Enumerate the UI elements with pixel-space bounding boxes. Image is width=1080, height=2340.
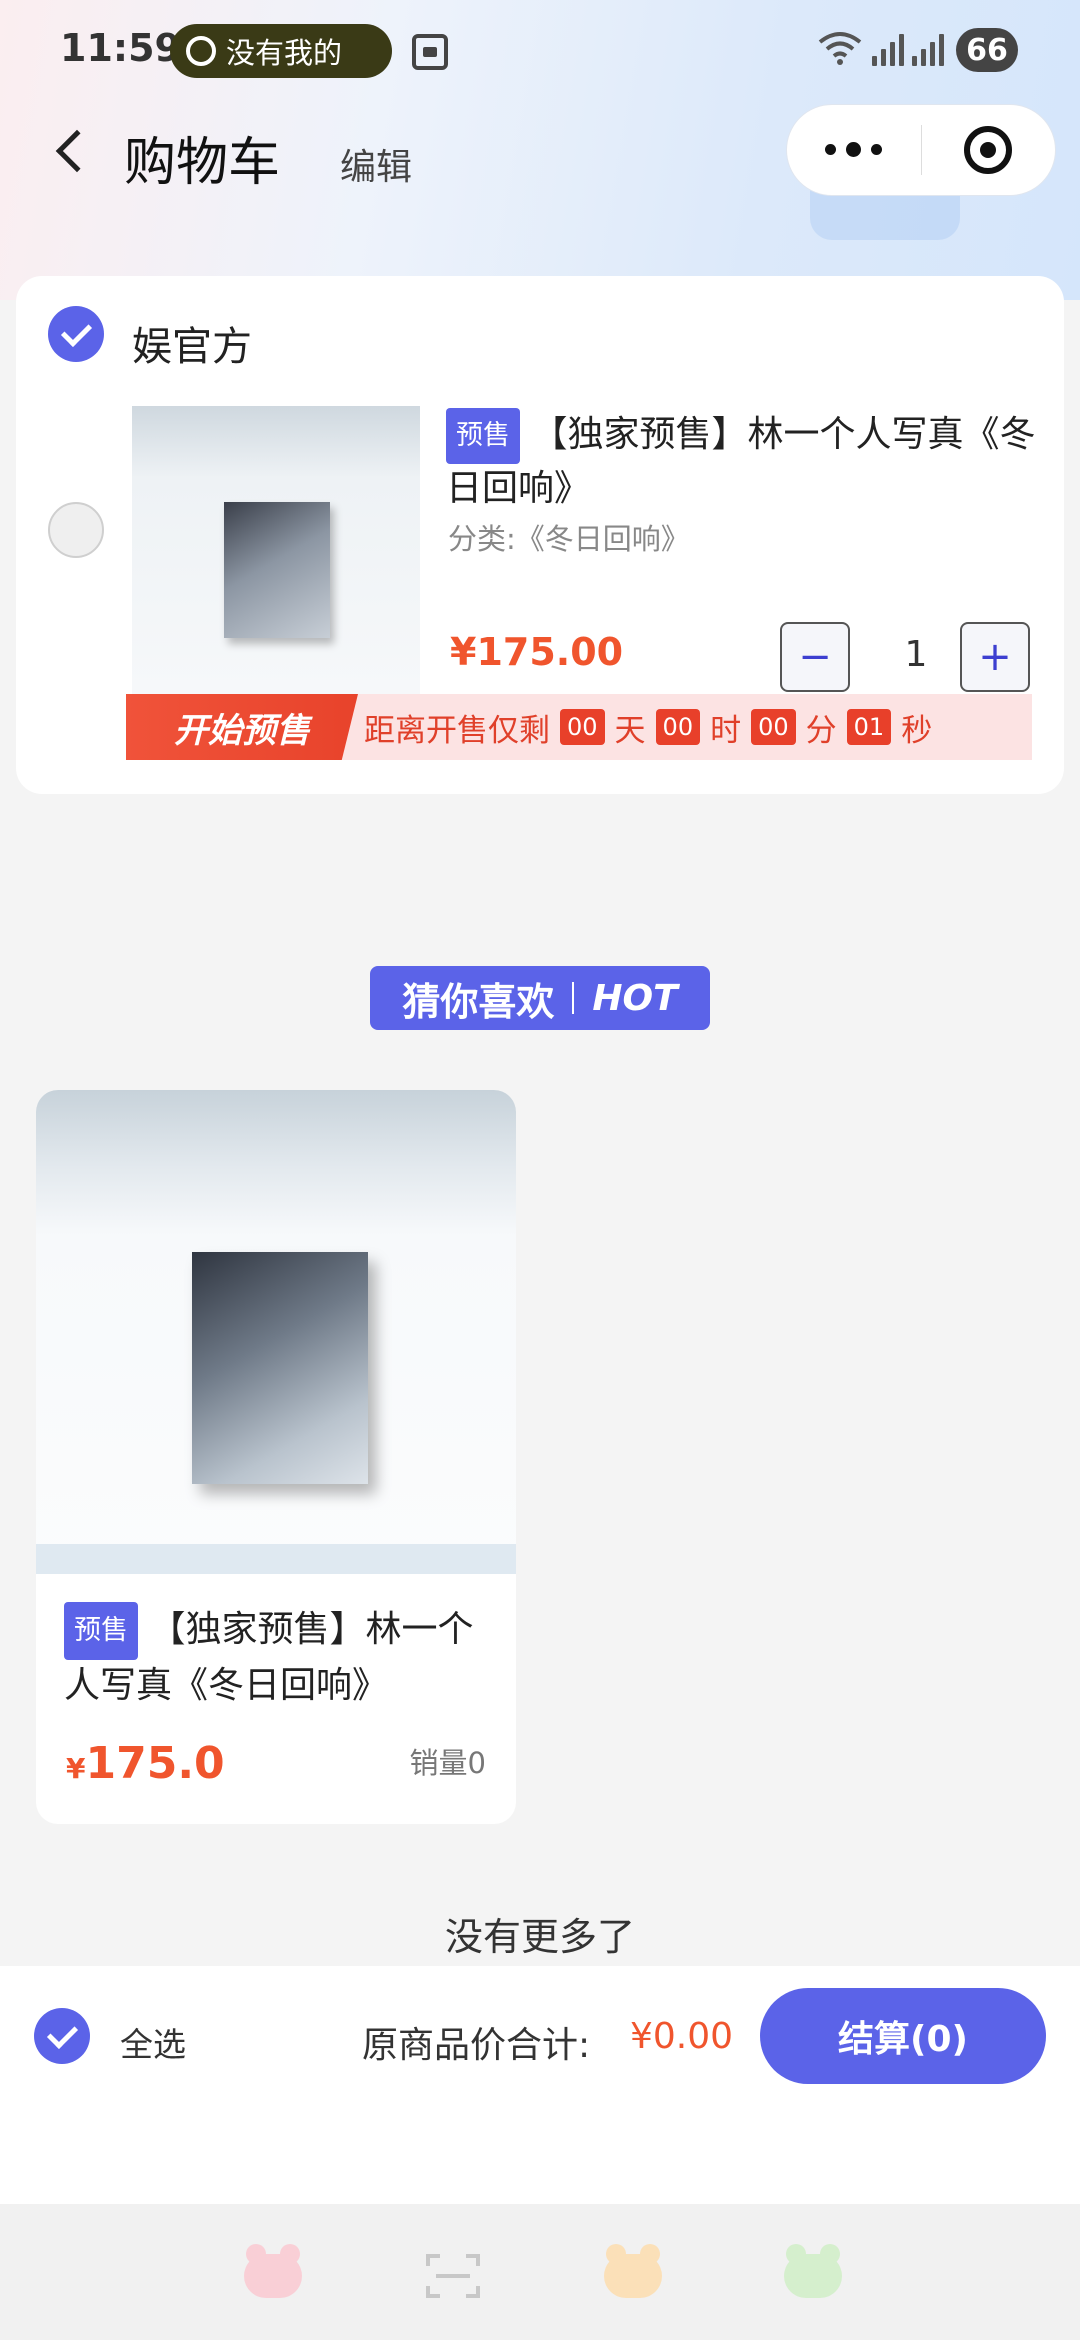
notification-pill[interactable]: 没有我的 [170, 24, 392, 78]
currency-symbol: ¥ [66, 1752, 86, 1785]
countdown-hours: 00 [655, 709, 701, 745]
cart-shop-card: 娱官方 预售 【独家预售】林一个人写真《冬日回响》 分类:《冬日回响》 ¥175… [16, 276, 1064, 794]
recommend-product-price: ¥175.0 [66, 1738, 225, 1789]
select-all-checkbox[interactable] [34, 2008, 90, 2064]
decrease-quantity-button[interactable]: − [780, 622, 850, 692]
recommend-heading-text: 猜你喜欢 [402, 979, 555, 1024]
recommend-product-image[interactable] [36, 1090, 516, 1574]
price-value: 175.0 [85, 1738, 225, 1789]
countdown-minutes: 00 [751, 709, 796, 745]
quantity-value[interactable]: 1 [886, 634, 946, 675]
screenshot-icon [412, 34, 448, 70]
recommend-product-title[interactable]: 预售 【独家预售】林一个人写真《冬日回响》 [64, 1602, 494, 1712]
shop-name: 娱官方 [132, 324, 252, 370]
total-value: ¥0.00 [630, 2016, 734, 2057]
countdown-days: 00 [560, 709, 605, 745]
countdown-minutes-unit: 分 [805, 712, 837, 749]
frog-pink-icon[interactable] [244, 2244, 302, 2298]
countdown-days-unit: 天 [614, 712, 646, 749]
edit-button[interactable]: 编辑 [340, 138, 412, 190]
recommend-product-card[interactable]: 预售 【独家预售】林一个人写真《冬日回响》 ¥175.0 销量0 [36, 1090, 516, 1824]
scan-icon[interactable] [426, 2254, 480, 2298]
bottom-tabbar [0, 2204, 1080, 2340]
countdown-seconds-unit: 秒 [901, 712, 933, 749]
wifi-icon [818, 32, 862, 65]
frog-green-icon[interactable] [784, 2244, 842, 2298]
battery-indicator: 66 [956, 28, 1018, 72]
recommend-sales-count: 销量0 [409, 1746, 486, 1780]
notification-text: 没有我的 [226, 36, 343, 70]
image-footer-strip [36, 1544, 516, 1574]
total-label: 原商品价合计: [362, 2025, 591, 2066]
product-title[interactable]: 预售 【独家预售】林一个人写真《冬日回响》 [446, 408, 1036, 514]
presale-countdown-bar: 开始预售 距离开售仅剩 00 天 00 时 00 分 01 秒 [126, 694, 1032, 760]
heading-divider [572, 982, 575, 1014]
status-bar: 11:59 没有我的 66 [0, 0, 1080, 100]
countdown: 距离开售仅剩 00 天 00 时 00 分 01 秒 [364, 705, 932, 750]
hot-label: HOT [592, 977, 678, 1019]
product-price: ¥175.00 [450, 630, 624, 674]
countdown-seconds: 01 [846, 709, 892, 745]
recommend-presale-tag: 预售 [64, 1602, 138, 1660]
recommend-photo-book [192, 1252, 368, 1484]
page-title: 购物车 [124, 133, 281, 193]
item-checkbox[interactable] [48, 502, 104, 558]
frog-yellow-icon[interactable] [604, 2244, 662, 2298]
signal-icon-1 [872, 30, 904, 66]
select-all-label[interactable]: 全选 [120, 2018, 186, 2066]
status-time: 11:59 [60, 26, 181, 70]
product-thumbnail[interactable] [132, 406, 420, 694]
presale-tag: 预售 [446, 408, 520, 464]
product-photo-book [224, 502, 330, 638]
signal-icon-2 [912, 30, 944, 66]
no-more-text: 没有更多了 [444, 1915, 635, 1959]
miniprogram-capsule [786, 104, 1056, 196]
more-dots-icon[interactable] [787, 141, 921, 157]
checkout-button[interactable]: 结算(0) [760, 1988, 1046, 2084]
increase-quantity-button[interactable]: + [960, 622, 1030, 692]
product-spec[interactable]: 分类:《冬日回响》 [448, 516, 690, 558]
shop-checkbox[interactable] [48, 306, 104, 362]
countdown-hours-unit: 时 [710, 712, 742, 749]
presale-start-badge: 开始预售 [126, 694, 358, 760]
close-target-icon[interactable] [922, 126, 1056, 174]
product-title-text: 【独家预售】林一个人写真《冬日回响》 [446, 414, 1036, 509]
recommend-heading: 猜你喜欢 HOT [370, 966, 710, 1030]
countdown-prefix: 距离开售仅剩 [364, 712, 550, 749]
refresh-icon [186, 36, 216, 66]
